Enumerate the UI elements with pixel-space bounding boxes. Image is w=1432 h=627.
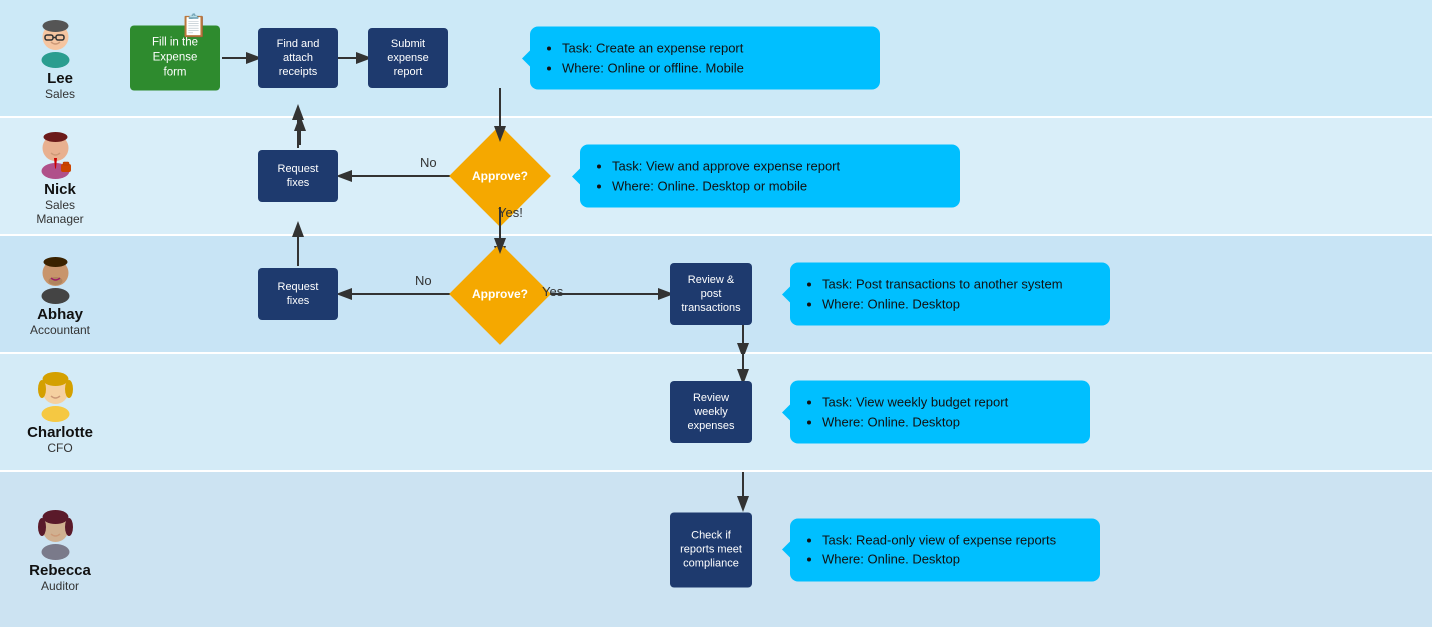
arrows-charlotte (110, 353, 1432, 471)
flow-area-rebecca: Check if reports meet compliance Task: R… (110, 472, 1432, 627)
actor-abhay-name: Abhay (20, 306, 100, 323)
box-review-weekly[interactable]: Review weekly expenses (670, 381, 752, 443)
callout-nick: Task: View and approve expense report Wh… (580, 145, 960, 208)
box-review-post[interactable]: Review & post transactions (670, 263, 752, 325)
avatar-abhay (28, 251, 83, 306)
no-label-nick: No (420, 155, 437, 170)
callout-abhay-bullet1: Task: Post transactions to another syste… (822, 275, 1094, 295)
callout-charlotte-bullet1: Task: View weekly budget report (822, 393, 1074, 413)
swimlane-lee: Lee Sales Fill in the Expense form 📋 (0, 0, 1432, 118)
callout-nick-bullet2: Where: Online. Desktop or mobile (612, 176, 944, 196)
diamond-shape-abhay (449, 243, 551, 345)
actor-nick-name: Nick (20, 181, 100, 198)
callout-rebecca-bullet1: Task: Read-only view of expense reports (822, 530, 1084, 550)
swimlane-abhay: Abhay Accountant (0, 236, 1432, 354)
actor-rebecca-role: Auditor (20, 579, 100, 593)
actor-lee-info: Lee Sales (20, 70, 100, 101)
actor-charlotte-name: Charlotte (20, 424, 100, 441)
actor-nick-info: Nick Sales Manager (20, 181, 100, 226)
actor-abhay: Abhay Accountant (0, 246, 110, 342)
actor-nick-role: Sales Manager (20, 198, 100, 226)
callout-nick-bullet1: Task: View and approve expense report (612, 157, 944, 177)
yes-label-nick: Yes! (498, 205, 523, 220)
callout-rebecca: Task: Read-only view of expense reports … (790, 518, 1100, 581)
avatar-charlotte (28, 369, 83, 424)
diamond-abhay[interactable]: Approve? (464, 258, 536, 330)
callout-rebecca-bullet2: Where: Online. Desktop (822, 550, 1084, 570)
flow-area-lee: Fill in the Expense form 📋 Find and (110, 0, 1432, 117)
flow-area-nick: Request fixes No Approve? Yes! Task: Vie… (110, 117, 1432, 235)
actor-nick: Nick Sales Manager (0, 121, 110, 231)
callout-charlotte-bullet2: Where: Online. Desktop (822, 412, 1074, 432)
actor-lee: Lee Sales (0, 10, 110, 106)
yes-label-abhay: Yes (542, 284, 563, 299)
callout-lee-bullet2: Where: Online or offline. Mobile (562, 58, 864, 78)
callout-abhay-bullet2: Where: Online. Desktop (822, 294, 1094, 314)
avatar-rebecca (28, 507, 83, 562)
actor-rebecca-info: Rebecca Auditor (20, 562, 100, 593)
actor-abhay-info: Abhay Accountant (20, 306, 100, 337)
callout-lee: Task: Create an expense report Where: On… (530, 27, 880, 90)
actor-charlotte: Charlotte CFO (0, 364, 110, 460)
swimlane-rebecca: Rebecca Auditor Check if reports meet co… (0, 472, 1432, 627)
actor-rebecca: Rebecca Auditor (0, 502, 110, 598)
avatar-nick (28, 126, 83, 181)
arrows-rebecca (110, 472, 1432, 627)
diamond-nick[interactable]: Approve? (464, 140, 536, 212)
avatar-lee (28, 15, 83, 70)
actor-lee-name: Lee (20, 70, 100, 87)
actor-lee-role: Sales (20, 87, 100, 101)
box-check-compliance[interactable]: Check if reports meet compliance (670, 512, 752, 587)
actor-abhay-role: Accountant (20, 323, 100, 337)
box-request-fixes-abhay[interactable]: Request fixes (258, 268, 338, 320)
callout-charlotte: Task: View weekly budget report Where: O… (790, 381, 1090, 444)
actor-charlotte-role: CFO (20, 441, 100, 455)
swimlane-charlotte: Charlotte CFO Review weekly expenses (0, 354, 1432, 472)
no-label-abhay: No (415, 273, 432, 288)
box-request-fixes-nick[interactable]: Request fixes (258, 150, 338, 202)
callout-lee-bullet1: Task: Create an expense report (562, 39, 864, 59)
actor-charlotte-info: Charlotte CFO (20, 424, 100, 455)
box-find-attach[interactable]: Find and attach receipts (258, 28, 338, 88)
box-submit-expense[interactable]: Submit expense report (368, 28, 448, 88)
flow-area-charlotte: Review weekly expenses Task: View weekly… (110, 353, 1432, 471)
actor-rebecca-name: Rebecca (20, 562, 100, 579)
receipt-icon: 📋 (180, 13, 207, 39)
swimlane-nick: Nick Sales Manager Request fixes (0, 118, 1432, 236)
flow-area-abhay: Request fixes No Approve? Yes Review & p… (110, 235, 1432, 353)
callout-abhay: Task: Post transactions to another syste… (790, 263, 1110, 326)
